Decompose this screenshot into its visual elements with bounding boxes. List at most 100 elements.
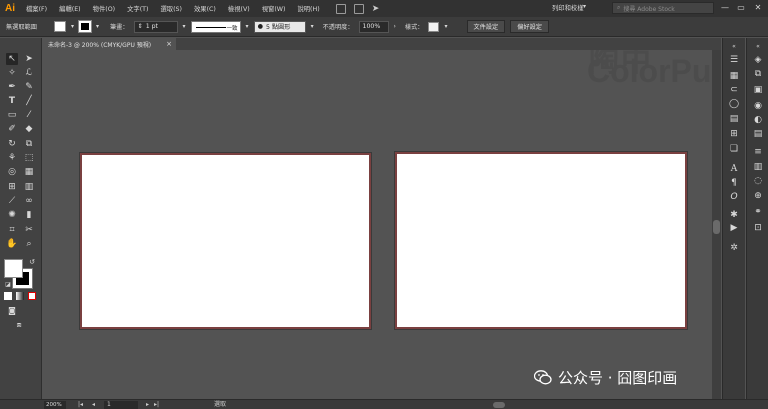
send-icon[interactable]: ➤ [372, 4, 382, 14]
chevron-down-icon[interactable]: ▾ [96, 23, 99, 30]
line-tool-icon[interactable]: ╱ [23, 95, 35, 107]
navigator-icon[interactable]: ⊡ [752, 222, 764, 234]
type-tool-icon[interactable]: T [6, 95, 18, 107]
default-colors-icon[interactable]: ◪ [2, 279, 14, 291]
chevron-down-icon[interactable]: ▾ [246, 23, 249, 30]
slice-tool-icon[interactable]: ✂ [23, 224, 35, 236]
curvature-tool-icon[interactable]: ✎ [23, 81, 35, 93]
symbols-icon[interactable]: ◯ [728, 98, 740, 110]
lasso-icon[interactable]: ℒ [23, 67, 35, 79]
stepper-icon[interactable]: ⇕ [138, 23, 143, 30]
artboards-icon[interactable]: ⧉ [752, 68, 764, 80]
hand-tool-icon[interactable]: ✋ [6, 238, 18, 250]
graphic-styles-icon[interactable]: ▤ [728, 113, 740, 125]
bridge-icon[interactable] [335, 3, 346, 14]
shape-builder-icon[interactable]: ◎ [6, 166, 18, 178]
stroke-swatch[interactable] [77, 20, 92, 33]
links-icon[interactable]: ⚭ [752, 206, 764, 218]
menu-view[interactable]: 檢視(V) [222, 4, 256, 13]
free-transform-icon[interactable]: ⬚ [23, 152, 35, 164]
color-guide-icon[interactable]: ▤ [752, 128, 764, 140]
selection-tool-icon[interactable]: ↖ [6, 53, 18, 65]
zoom-level-field[interactable]: 200% [44, 401, 66, 409]
column-graph-icon[interactable]: ▮ [23, 209, 35, 221]
chevron-down-icon[interactable]: ▾ [71, 23, 74, 30]
menu-file[interactable]: 檔案(F) [20, 4, 53, 13]
libraries-icon[interactable]: ▣ [752, 84, 764, 96]
screen-mode-icon[interactable]: ⧈ [13, 319, 25, 331]
brushes-icon[interactable]: ⊂ [728, 84, 740, 96]
chevron-right-icon[interactable]: › [394, 23, 396, 30]
character-icon[interactable]: A [728, 163, 740, 175]
collapse-panels-icon[interactable]: « [752, 41, 764, 53]
rectangle-tool-icon[interactable]: ▭ [6, 109, 18, 121]
image-trace-icon[interactable]: ⊕ [752, 190, 764, 202]
appearance-icon[interactable]: ◉ [752, 100, 764, 112]
asset-export-icon[interactable]: ✲ [728, 242, 740, 254]
eyedropper-icon[interactable]: ⟋ [6, 195, 18, 207]
opacity-label[interactable]: 不透明度： [323, 22, 354, 31]
scale-tool-icon[interactable]: ⧉ [23, 138, 35, 150]
perspective-grid-icon[interactable]: ▦ [23, 166, 35, 178]
menu-edit[interactable]: 編輯(E) [53, 4, 87, 13]
blend-tool-icon[interactable]: ∞ [23, 195, 35, 207]
transparency-icon[interactable]: ◌ [752, 175, 764, 187]
page-number-field[interactable]: 1 [104, 401, 138, 409]
menu-select[interactable]: 選取(S) [154, 4, 188, 13]
warp-tool-icon[interactable]: ⚘ [6, 152, 18, 164]
mesh-tool-icon[interactable]: ⊞ [6, 181, 18, 193]
actions-icon[interactable]: ▶ [728, 222, 740, 234]
canvas[interactable]: 陶中 ColorPu 公众号 · 囧图印画 [44, 50, 721, 399]
fill-color-box[interactable] [4, 259, 23, 278]
symbol-sprayer-icon[interactable]: ✺ [6, 209, 18, 221]
swap-fill-stroke-icon[interactable]: ↺ [26, 256, 38, 268]
layers-icon[interactable]: ◈ [752, 54, 764, 66]
gradient-panel-icon[interactable]: ▥ [752, 161, 764, 173]
prev-page-icon[interactable]: ◂ [92, 400, 95, 409]
none-mode-icon[interactable] [28, 292, 36, 300]
swatches-icon[interactable]: ▦ [728, 70, 740, 82]
scrollbar-thumb[interactable] [713, 220, 720, 234]
shaper-tool-icon[interactable]: ✐ [6, 123, 18, 135]
vertical-scrollbar[interactable] [712, 50, 721, 399]
restore-button[interactable]: ▭ [734, 2, 748, 14]
close-window-button[interactable]: ✕ [751, 2, 765, 14]
menu-effect[interactable]: 效果(C) [188, 4, 222, 13]
artboard-tool-icon[interactable]: ⌗ [6, 224, 18, 236]
workspace-switcher[interactable]: 列印和校樣 [552, 3, 583, 12]
collapse-panels-icon[interactable]: « [728, 41, 740, 53]
chevron-down-icon[interactable]: ▾ [444, 23, 447, 30]
magic-wand-icon[interactable]: ✧ [6, 67, 18, 79]
chevron-down-icon[interactable]: ▾ [183, 23, 186, 30]
gradient-mode-icon[interactable] [16, 292, 24, 300]
transform-icon[interactable]: ✱ [728, 209, 740, 221]
stroke-label[interactable]: 筆畫： [110, 22, 129, 31]
last-page-icon[interactable]: ▸| [154, 400, 159, 409]
zoom-tool-icon[interactable]: ⌕ [23, 238, 35, 250]
tab-document[interactable]: 未命名-3 @ 200% (CMYK/GPU 預視) × [44, 38, 176, 50]
variable-width-profile[interactable]: 一致 [190, 20, 241, 33]
horizontal-scrollbar-thumb[interactable] [493, 402, 505, 408]
first-page-icon[interactable]: |◂ [78, 400, 83, 409]
eraser-icon[interactable]: ◆ [23, 123, 35, 135]
opentype-icon[interactable]: O [728, 191, 740, 203]
menu-object[interactable]: 物件(O) [87, 4, 121, 13]
stroke-weight-field[interactable]: ⇕ 1 pt [133, 20, 178, 33]
stroke-panel-icon[interactable]: ≡ [752, 146, 764, 158]
direct-selection-tool-icon[interactable]: ➤ [23, 53, 35, 65]
pathfinder-icon[interactable]: ❏ [728, 143, 740, 155]
menu-help[interactable]: 說明(H) [291, 4, 325, 13]
artboard-2[interactable] [395, 152, 687, 329]
minimize-button[interactable]: — [718, 2, 732, 14]
arrange-documents-icon[interactable] [353, 3, 364, 14]
graphic-style-swatch[interactable] [428, 21, 440, 32]
menu-type[interactable]: 文字(T) [121, 4, 154, 13]
stock-search-input[interactable]: ⌕ 搜尋 Adobe Stock [612, 2, 714, 14]
rotate-tool-icon[interactable]: ↻ [6, 138, 18, 150]
align-icon[interactable]: ⊞ [728, 128, 740, 140]
gradient-tool-icon[interactable]: ▥ [23, 181, 35, 193]
color-icon[interactable]: ◐ [752, 114, 764, 126]
color-mode-icon[interactable] [4, 292, 12, 300]
document-setup-button[interactable]: 文件設定 [466, 20, 506, 33]
menu-window[interactable]: 視窗(W) [256, 4, 292, 13]
